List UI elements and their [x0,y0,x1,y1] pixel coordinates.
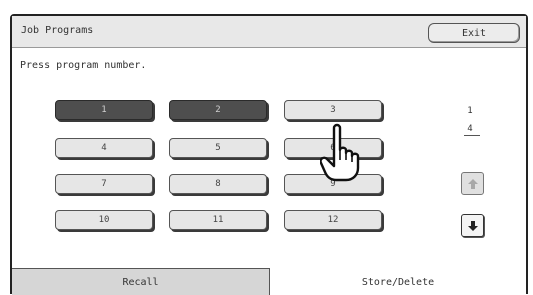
job-programs-panel: Job Programs Exit Press program number. … [10,14,528,295]
program-button-1[interactable]: 1 [55,100,153,120]
tab-store-delete[interactable]: Store/Delete [270,268,526,295]
instruction-text: Press program number. [20,60,147,71]
total-page-count: 4 [467,124,473,134]
program-button-5[interactable]: 5 [169,138,267,158]
arrow-down-icon [467,220,478,231]
program-button-2[interactable]: 2 [169,100,267,120]
page-up-button[interactable] [461,172,484,195]
program-button-3[interactable]: 3 [284,100,382,120]
page-down-button[interactable] [461,214,484,237]
exit-button[interactable]: Exit [428,23,520,43]
program-button-12[interactable]: 12 [284,210,382,230]
page-divider [464,135,480,136]
program-button-10[interactable]: 10 [55,210,153,230]
page-title: Job Programs [21,25,94,36]
arrow-up-icon [467,178,478,189]
header-bar: Job Programs Exit [12,16,526,48]
tab-recall[interactable]: Recall [12,268,270,295]
program-button-8[interactable]: 8 [169,174,267,194]
program-button-7[interactable]: 7 [55,174,153,194]
current-page-number: 1 [467,106,473,116]
pointing-hand-cursor-icon [320,123,360,182]
program-button-11[interactable]: 11 [169,210,267,230]
program-button-4[interactable]: 4 [55,138,153,158]
